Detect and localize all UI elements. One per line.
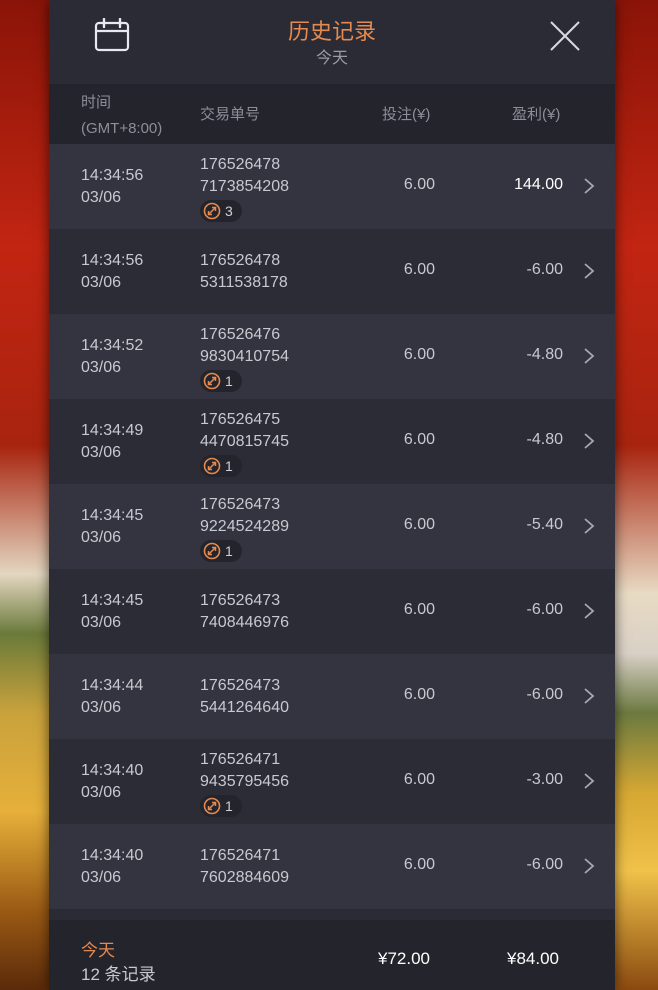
row-profit: -4.80 bbox=[526, 431, 563, 448]
row-time: 14:34:56 03/06 bbox=[81, 167, 144, 206]
chevron-right-icon[interactable] bbox=[583, 262, 595, 280]
row-profit: -6.00 bbox=[526, 686, 563, 703]
free-spin-badge: 1 bbox=[200, 795, 242, 817]
chevron-right-icon[interactable] bbox=[583, 602, 595, 620]
page-title: 历史记录 bbox=[287, 19, 376, 44]
row-bet: 6.00 bbox=[403, 431, 435, 448]
row-time: 14:34:49 03/06 bbox=[81, 422, 144, 461]
row-profit: -6.00 bbox=[526, 856, 563, 873]
row-profit: -6.00 bbox=[526, 601, 563, 618]
history-row[interactable]: 14:34:44 03/06 176526473 5441264640 6.00 -6.0… bbox=[49, 654, 615, 739]
history-row[interactable]: 14:34:56 03/06 176526478 5311538178 6.00 -6.0… bbox=[49, 229, 615, 314]
row-bet: 6.00 bbox=[403, 856, 435, 873]
history-row[interactable]: 14:34:40 03/06 176526471 9435795456 1 6.00 -3.… bbox=[49, 739, 615, 824]
record-count: 12 条记录 bbox=[81, 965, 156, 984]
row-bet: 6.00 bbox=[403, 686, 435, 703]
history-panel: 历史记录 今天 时间 (GMT+8:00) 交易单号 投注(¥) 盈利(¥) 1… bbox=[49, 0, 615, 990]
chevron-right-icon[interactable] bbox=[583, 517, 595, 535]
free-spin-icon bbox=[203, 202, 221, 220]
history-list: 14:34:56 03/06 176526478 7173854208 3 6.00 144… bbox=[49, 144, 615, 909]
row-bet: 6.00 bbox=[403, 176, 435, 193]
free-spin-icon bbox=[203, 372, 221, 390]
free-spin-icon bbox=[203, 797, 221, 815]
row-time: 14:34:56 03/06 bbox=[81, 252, 144, 291]
history-row[interactable]: 14:34:56 03/06 176526478 7173854208 3 6.00 144… bbox=[49, 144, 615, 229]
row-order-id: 176526475 4470815745 1 bbox=[200, 409, 289, 482]
row-profit: -5.40 bbox=[526, 516, 563, 533]
history-row[interactable]: 14:34:45 03/06 176526473 7408446976 6.00 -6.0… bbox=[49, 569, 615, 654]
row-time: 14:34:40 03/06 bbox=[81, 762, 144, 801]
row-time: 14:34:44 03/06 bbox=[81, 677, 144, 716]
chevron-right-icon[interactable] bbox=[583, 857, 595, 875]
history-row[interactable]: 14:34:49 03/06 176526475 4470815745 1 6.00 -4.… bbox=[49, 399, 615, 484]
row-order-id: 176526478 7173854208 3 bbox=[200, 154, 289, 227]
chevron-right-icon[interactable] bbox=[583, 432, 595, 450]
free-spin-icon bbox=[203, 542, 221, 560]
row-order-id: 176526478 5311538178 bbox=[200, 252, 288, 291]
panel-header: 历史记录 今天 bbox=[49, 0, 615, 87]
history-row[interactable]: 14:34:40 03/06 176526471 7602884609 6.00 -6.0… bbox=[49, 824, 615, 909]
chevron-right-icon[interactable] bbox=[583, 177, 595, 195]
row-time: 14:34:52 03/06 bbox=[81, 337, 144, 376]
history-row[interactable]: 14:34:52 03/06 176526476 9830410754 1 6.00 -4.… bbox=[49, 314, 615, 399]
chevron-right-icon[interactable] bbox=[583, 347, 595, 365]
date-filter-label: 今天 bbox=[315, 50, 348, 67]
table-header: 时间 (GMT+8:00) 交易单号 投注(¥) 盈利(¥) bbox=[49, 87, 615, 144]
row-order-id: 176526476 9830410754 1 bbox=[200, 324, 289, 397]
row-order-id: 176526473 9224524289 1 bbox=[200, 494, 289, 567]
close-icon[interactable] bbox=[547, 18, 583, 54]
row-profit: -6.00 bbox=[526, 261, 563, 278]
summary-period-label: 今天 bbox=[81, 941, 115, 960]
chevron-right-icon[interactable] bbox=[583, 687, 595, 705]
row-order-id: 176526473 5441264640 bbox=[200, 677, 289, 716]
row-bet: 6.00 bbox=[403, 261, 435, 278]
row-bet: 6.00 bbox=[403, 516, 435, 533]
row-profit: 144.00 bbox=[514, 176, 563, 193]
row-bet: 6.00 bbox=[403, 346, 435, 363]
history-row[interactable]: 14:34:45 03/06 176526473 9224524289 1 6.00 -5.… bbox=[49, 484, 615, 569]
time-column-header: 时间 (GMT+8:00) bbox=[81, 94, 163, 137]
row-profit: -4.80 bbox=[526, 346, 563, 363]
chevron-right-icon[interactable] bbox=[583, 772, 595, 790]
row-time: 14:34:40 03/06 bbox=[81, 847, 144, 886]
row-order-id: 176526471 7602884609 bbox=[200, 847, 289, 886]
row-time: 14:34:45 03/06 bbox=[81, 592, 144, 631]
row-order-id: 176526471 9435795456 1 bbox=[200, 749, 289, 822]
free-spin-badge: 1 bbox=[200, 455, 242, 477]
row-order-id: 176526473 7408446976 bbox=[200, 592, 289, 631]
profit-column-header: 盈利(¥) bbox=[512, 106, 561, 123]
row-bet: 6.00 bbox=[403, 601, 435, 618]
free-spin-badge: 1 bbox=[200, 540, 242, 562]
free-spin-badge: 3 bbox=[200, 200, 242, 222]
row-bet: 6.00 bbox=[403, 771, 435, 788]
order-column-header: 交易单号 bbox=[200, 106, 261, 123]
row-profit: -3.00 bbox=[526, 771, 563, 788]
free-spin-icon bbox=[203, 457, 221, 475]
summary-footer: 今天 12 条记录 ¥72.00 ¥84.00 bbox=[49, 920, 615, 990]
row-time: 14:34:45 03/06 bbox=[81, 507, 144, 546]
total-profit: ¥84.00 bbox=[507, 949, 559, 968]
free-spin-badge: 1 bbox=[200, 370, 242, 392]
bet-column-header: 投注(¥) bbox=[382, 106, 431, 123]
total-bet: ¥72.00 bbox=[378, 949, 430, 968]
